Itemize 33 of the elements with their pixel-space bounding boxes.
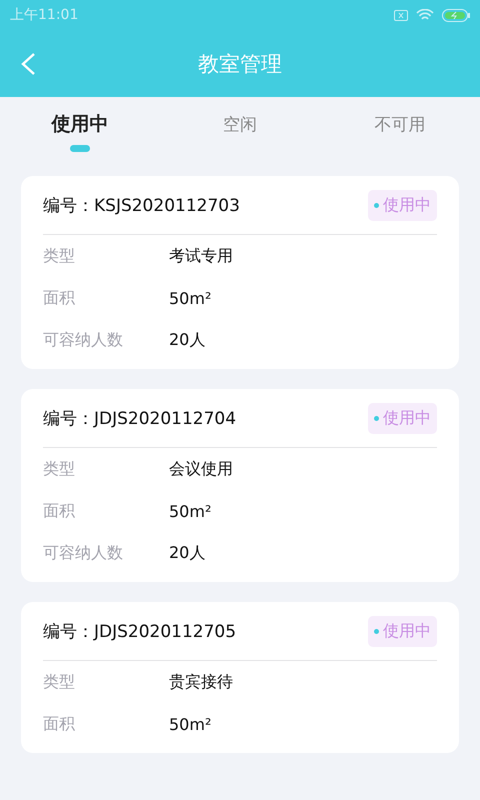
status-badge: 使用中	[368, 402, 437, 434]
wifi-icon	[416, 8, 434, 22]
page-title: 教室管理	[198, 50, 282, 78]
back-icon[interactable]	[20, 52, 36, 76]
battery-icon	[442, 8, 470, 22]
field-label: 类型	[43, 458, 76, 480]
status-badge: 使用中	[368, 190, 437, 220]
status-time: 上午11:01	[10, 6, 78, 24]
field-value: 20人	[169, 330, 206, 350]
tab[interactable]: 使用中	[52, 111, 108, 137]
field-label: 可容纳人数	[43, 542, 124, 564]
room-code: 编号：KSJS2020112703	[43, 194, 240, 216]
room-code: 编号：JDJS2020112705	[43, 620, 236, 642]
room-card[interactable]: 编号：JDJS2020112704 使用中 类型 会议使用 面积 50m² 可容纳人数 20人	[21, 389, 459, 582]
field-value: 50m²	[169, 502, 212, 520]
field-label: 面积	[43, 500, 76, 522]
room-code: 编号：JDJS2020112704	[43, 408, 236, 430]
field-label: 可容纳人数	[43, 330, 124, 350]
field-value: 会议使用	[169, 458, 233, 480]
field-label: 类型	[43, 246, 76, 266]
room-card[interactable]: 编号：KSJS2020112703 使用中 类型 考试专用 面积 50m² 可容纳人数 20人	[21, 176, 459, 369]
field-label: 面积	[43, 288, 76, 308]
field-value: 20人	[169, 542, 206, 564]
field-label: 类型	[43, 672, 76, 692]
field-value: 考试专用	[169, 246, 233, 266]
field-value: 贵宾接待	[169, 672, 233, 692]
field-value: 50m²	[169, 288, 212, 308]
tab-indicator	[70, 145, 90, 152]
sim-icon	[394, 10, 408, 20]
status-badge: 使用中	[368, 616, 437, 646]
field-label: 面积	[43, 714, 76, 734]
room-card[interactable]: 编号：JDJS2020112705 使用中 类型 贵宾接待 面积 50m²	[21, 602, 459, 753]
field-value: 50m²	[169, 714, 212, 734]
